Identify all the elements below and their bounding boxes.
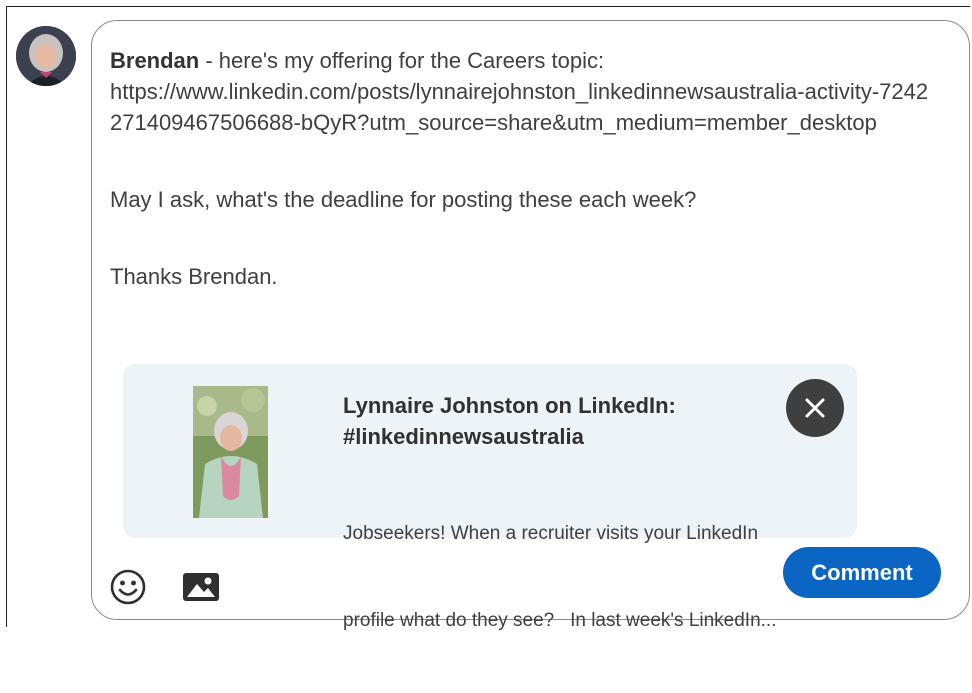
comment-composer[interactable]: Brendan - here's my offering for the Car… [91,20,970,631]
comment-submit-button[interactable]: Comment [783,547,941,598]
comment-line-1: Brendan - here's my offering for the Car… [110,45,940,76]
preview-desc-line-1: Jobseekers! When a recruiter visits your… [343,523,759,544]
emoji-smile-icon [110,569,146,605]
user-avatar-photo-icon [16,26,76,86]
add-image-button[interactable] [181,567,221,607]
preview-title[interactable]: Lynnaire Johnston on LinkedIn: #linkedin… [343,390,783,452]
preview-title-line-1: Lynnaire Johnston on LinkedIn: [343,393,676,418]
comment-signoff: Thanks Brendan. [110,264,278,289]
link-preview-card[interactable]: Lynnaire Johnston on LinkedIn: #linkedin… [123,364,857,631]
preview-title-line-2: #linkedinnewsaustralia [343,424,584,449]
emoji-button[interactable] [108,567,148,607]
preview-thumbnail [193,386,268,518]
comment-intro-text: - here's my offering for the Careers top… [199,48,605,73]
mention-brendan[interactable]: Brendan [110,48,199,73]
preview-desc-line-2: profile what do they see? In last week's… [343,610,777,631]
close-icon [805,398,825,418]
image-icon [183,573,219,601]
comment-link-text: https://www.linkedin.com/posts/lynnairej… [110,79,929,135]
preview-description: Jobseekers! When a recruiter visits your… [343,461,843,693]
preview-photo-icon [193,386,268,518]
remove-preview-button[interactable] [786,379,844,437]
comment-text-area[interactable]: Brendan - here's my offering for the Car… [110,45,940,292]
comment-question: May I ask, what's the deadline for posti… [110,187,697,212]
user-avatar[interactable] [16,26,76,86]
